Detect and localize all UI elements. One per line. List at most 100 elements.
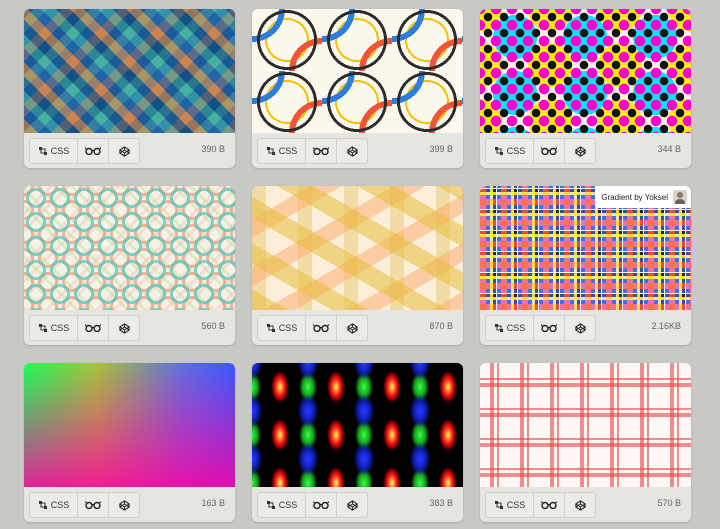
pattern-preview-1[interactable] bbox=[24, 9, 235, 133]
codepen-button[interactable] bbox=[565, 316, 595, 340]
card-toolbar: CSS 570 B bbox=[480, 487, 691, 522]
card-buttons: CSS bbox=[485, 138, 596, 164]
css-label: CSS bbox=[506, 323, 526, 333]
css-button[interactable]: CSS bbox=[30, 316, 78, 340]
codepen-icon bbox=[346, 145, 358, 157]
glasses-icon bbox=[541, 147, 557, 155]
pattern-preview-5[interactable] bbox=[252, 186, 463, 310]
glasses-icon bbox=[85, 147, 101, 155]
css-icon bbox=[266, 147, 275, 155]
codepen-button[interactable] bbox=[109, 316, 139, 340]
css-label: CSS bbox=[278, 323, 298, 333]
codepen-icon bbox=[118, 322, 130, 334]
view-button[interactable] bbox=[306, 316, 337, 340]
pattern-preview-7[interactable] bbox=[24, 363, 235, 487]
author-label: Gradient by Yoksel bbox=[601, 192, 668, 202]
view-button[interactable] bbox=[78, 316, 109, 340]
view-button[interactable] bbox=[306, 493, 337, 517]
css-button[interactable]: CSS bbox=[30, 493, 78, 517]
codepen-icon bbox=[118, 499, 130, 511]
css-label: CSS bbox=[506, 500, 526, 510]
view-button[interactable] bbox=[78, 493, 109, 517]
css-button[interactable]: CSS bbox=[258, 316, 306, 340]
view-button[interactable] bbox=[306, 139, 337, 163]
codepen-icon bbox=[346, 322, 358, 334]
pattern-card-6[interactable]: Gradient by Yoksel CSS 2.16KB bbox=[480, 186, 691, 345]
codepen-icon bbox=[574, 322, 586, 334]
avatar bbox=[673, 190, 687, 204]
author-tooltip[interactable]: Gradient by Yoksel bbox=[595, 186, 691, 208]
css-label: CSS bbox=[278, 146, 298, 156]
glasses-icon bbox=[541, 501, 557, 509]
css-button[interactable]: CSS bbox=[486, 316, 534, 340]
file-size: 560 B bbox=[201, 321, 225, 331]
pattern-preview-2[interactable] bbox=[252, 9, 463, 133]
card-toolbar: CSS 2.16KB bbox=[480, 310, 691, 345]
css-icon bbox=[494, 501, 503, 509]
css-button[interactable]: CSS bbox=[486, 139, 534, 163]
file-size: 390 B bbox=[201, 144, 225, 154]
pattern-card-8[interactable]: CSS 383 B bbox=[252, 363, 463, 522]
codepen-button[interactable] bbox=[337, 316, 367, 340]
card-buttons: CSS bbox=[257, 492, 368, 518]
view-button[interactable] bbox=[534, 139, 565, 163]
pattern-card-1[interactable]: CSS 390 B bbox=[24, 9, 235, 168]
css-icon bbox=[38, 324, 47, 332]
file-size: 163 B bbox=[201, 498, 225, 508]
card-toolbar: CSS 390 B bbox=[24, 133, 235, 168]
view-button[interactable] bbox=[534, 493, 565, 517]
css-button[interactable]: CSS bbox=[486, 493, 534, 517]
codepen-icon bbox=[118, 145, 130, 157]
pattern-card-2[interactable]: CSS 399 B bbox=[252, 9, 463, 168]
css-label: CSS bbox=[50, 323, 70, 333]
card-toolbar: CSS 870 B bbox=[252, 310, 463, 345]
card-toolbar: CSS 383 B bbox=[252, 487, 463, 522]
codepen-button[interactable] bbox=[337, 139, 367, 163]
card-buttons: CSS bbox=[257, 138, 368, 164]
glasses-icon bbox=[85, 324, 101, 332]
glasses-icon bbox=[85, 501, 101, 509]
card-toolbar: CSS 399 B bbox=[252, 133, 463, 168]
css-button[interactable]: CSS bbox=[258, 139, 306, 163]
card-toolbar: CSS 344 B bbox=[480, 133, 691, 168]
pattern-card-9[interactable]: CSS 570 B bbox=[480, 363, 691, 522]
view-button[interactable] bbox=[534, 316, 565, 340]
pattern-card-4[interactable]: CSS 560 B bbox=[24, 186, 235, 345]
codepen-icon bbox=[574, 145, 586, 157]
css-button[interactable]: CSS bbox=[258, 493, 306, 517]
glasses-icon bbox=[313, 324, 329, 332]
card-toolbar: CSS 560 B bbox=[24, 310, 235, 345]
card-buttons: CSS bbox=[29, 138, 140, 164]
css-icon bbox=[266, 324, 275, 332]
pattern-card-7[interactable]: CSS 163 B bbox=[24, 363, 235, 522]
css-icon bbox=[494, 324, 503, 332]
codepen-icon bbox=[346, 499, 358, 511]
css-button[interactable]: CSS bbox=[30, 139, 78, 163]
pattern-preview-3[interactable] bbox=[480, 9, 691, 133]
css-icon bbox=[494, 147, 503, 155]
card-buttons: CSS bbox=[485, 492, 596, 518]
codepen-button[interactable] bbox=[109, 139, 139, 163]
file-size: 2.16KB bbox=[651, 321, 681, 331]
css-label: CSS bbox=[506, 146, 526, 156]
css-icon bbox=[266, 501, 275, 509]
codepen-button[interactable] bbox=[565, 493, 595, 517]
glasses-icon bbox=[541, 324, 557, 332]
pattern-preview-8[interactable] bbox=[252, 363, 463, 487]
pattern-card-5[interactable]: CSS 870 B bbox=[252, 186, 463, 345]
css-label: CSS bbox=[50, 146, 70, 156]
pattern-preview-4[interactable] bbox=[24, 186, 235, 310]
card-buttons: CSS bbox=[29, 315, 140, 341]
card-buttons: CSS bbox=[257, 315, 368, 341]
glasses-icon bbox=[313, 501, 329, 509]
card-toolbar: CSS 163 B bbox=[24, 487, 235, 522]
pattern-preview-9[interactable] bbox=[480, 363, 691, 487]
glasses-icon bbox=[313, 147, 329, 155]
pattern-card-3[interactable]: CSS 344 B bbox=[480, 9, 691, 168]
file-size: 399 B bbox=[429, 144, 453, 154]
file-size: 344 B bbox=[657, 144, 681, 154]
codepen-button[interactable] bbox=[109, 493, 139, 517]
codepen-button[interactable] bbox=[565, 139, 595, 163]
codepen-button[interactable] bbox=[337, 493, 367, 517]
view-button[interactable] bbox=[78, 139, 109, 163]
